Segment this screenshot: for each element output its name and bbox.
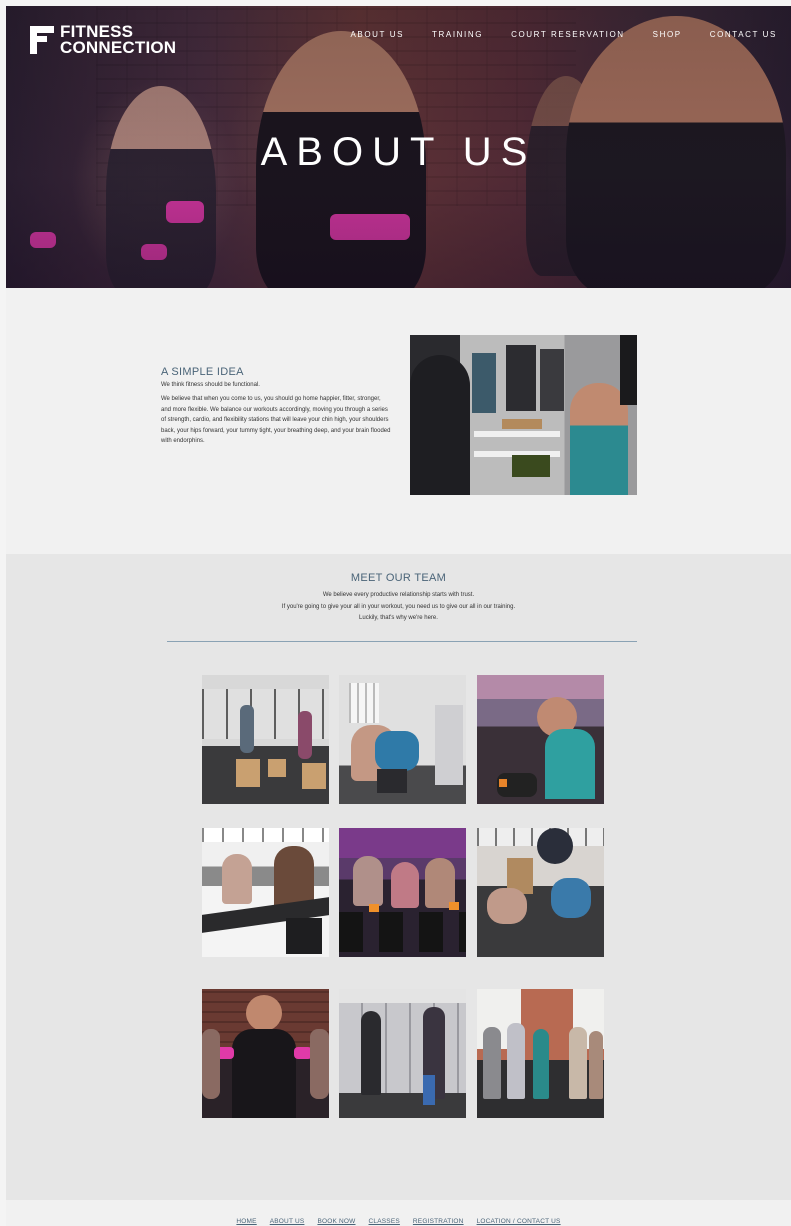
- nav-item-shop[interactable]: SHOP: [653, 30, 682, 39]
- team-photo-dumbbell-class[interactable]: [202, 989, 329, 1118]
- meet-team-intro: We believe every productive relationship…: [6, 590, 791, 625]
- simple-idea-text: A SIMPLE IDEA We think fitness should be…: [161, 366, 391, 447]
- section-divider: [167, 641, 637, 642]
- footer-link-about-us[interactable]: ABOUT US: [270, 1218, 305, 1225]
- page-title: ABOUT US: [260, 130, 537, 174]
- nav-item-about-us[interactable]: ABOUT US: [350, 30, 404, 39]
- brand-name: FITNESS CONNECTION: [60, 23, 177, 57]
- simple-idea-photo: [410, 335, 637, 495]
- site-footer: HOME ABOUT US BOOK NOW CLASSES REGISTRAT…: [6, 1200, 791, 1226]
- team-photo-lunges[interactable]: [339, 675, 466, 804]
- hero-banner: FITNESS CONNECTION ABOUT US TRAINING COU…: [6, 6, 791, 288]
- brand-name-line2: CONNECTION: [60, 38, 177, 57]
- meet-team-line: We believe every productive relationship…: [322, 592, 475, 598]
- simple-idea-lead: We think fitness should be functional.: [161, 382, 260, 388]
- team-photo-box-jumps[interactable]: [202, 675, 329, 804]
- meet-team-heading: MEET OUR TEAM: [350, 572, 447, 584]
- simple-idea-heading: A SIMPLE IDEA: [161, 366, 244, 378]
- team-photo-spin-instructor[interactable]: [477, 675, 604, 804]
- nav-links: ABOUT US TRAINING COURT RESERVATION SHOP…: [350, 30, 777, 39]
- footer-link-classes[interactable]: CLASSES: [369, 1218, 400, 1225]
- team-photo-spin-class[interactable]: [339, 828, 466, 957]
- top-navigation: FITNESS CONNECTION ABOUT US TRAINING COU…: [6, 6, 791, 66]
- meet-team-section: MEET OUR TEAM We believe every productiv…: [6, 554, 791, 1200]
- logo-f-icon: [30, 26, 54, 54]
- footer-link-home[interactable]: HOME: [236, 1218, 256, 1225]
- simple-idea-section: A SIMPLE IDEA We think fitness should be…: [6, 288, 791, 554]
- nav-item-training[interactable]: TRAINING: [432, 30, 483, 39]
- footer-link-book-now[interactable]: BOOK NOW: [317, 1218, 355, 1225]
- team-photo-kettlebell-class[interactable]: [477, 989, 604, 1118]
- footer-link-location-contact[interactable]: LOCATION / CONTACT US: [477, 1218, 561, 1225]
- nav-item-contact-us[interactable]: CONTACT US: [710, 30, 777, 39]
- team-photo-partner-situps[interactable]: [477, 828, 604, 957]
- team-photo-locker-stretch[interactable]: [339, 989, 466, 1118]
- team-photo-rowing[interactable]: [202, 828, 329, 957]
- footer-link-registration[interactable]: REGISTRATION: [413, 1218, 464, 1225]
- meet-team-line: If you're going to give your all in your…: [281, 603, 516, 610]
- simple-idea-body: We believe that when you come to us, you…: [161, 396, 391, 444]
- meet-team-line: Luckily, that's why we're here.: [359, 615, 438, 621]
- brand-logo[interactable]: FITNESS CONNECTION: [30, 23, 177, 57]
- nav-item-court-reservation[interactable]: COURT RESERVATION: [511, 30, 625, 39]
- footer-links: HOME ABOUT US BOOK NOW CLASSES REGISTRAT…: [6, 1218, 791, 1225]
